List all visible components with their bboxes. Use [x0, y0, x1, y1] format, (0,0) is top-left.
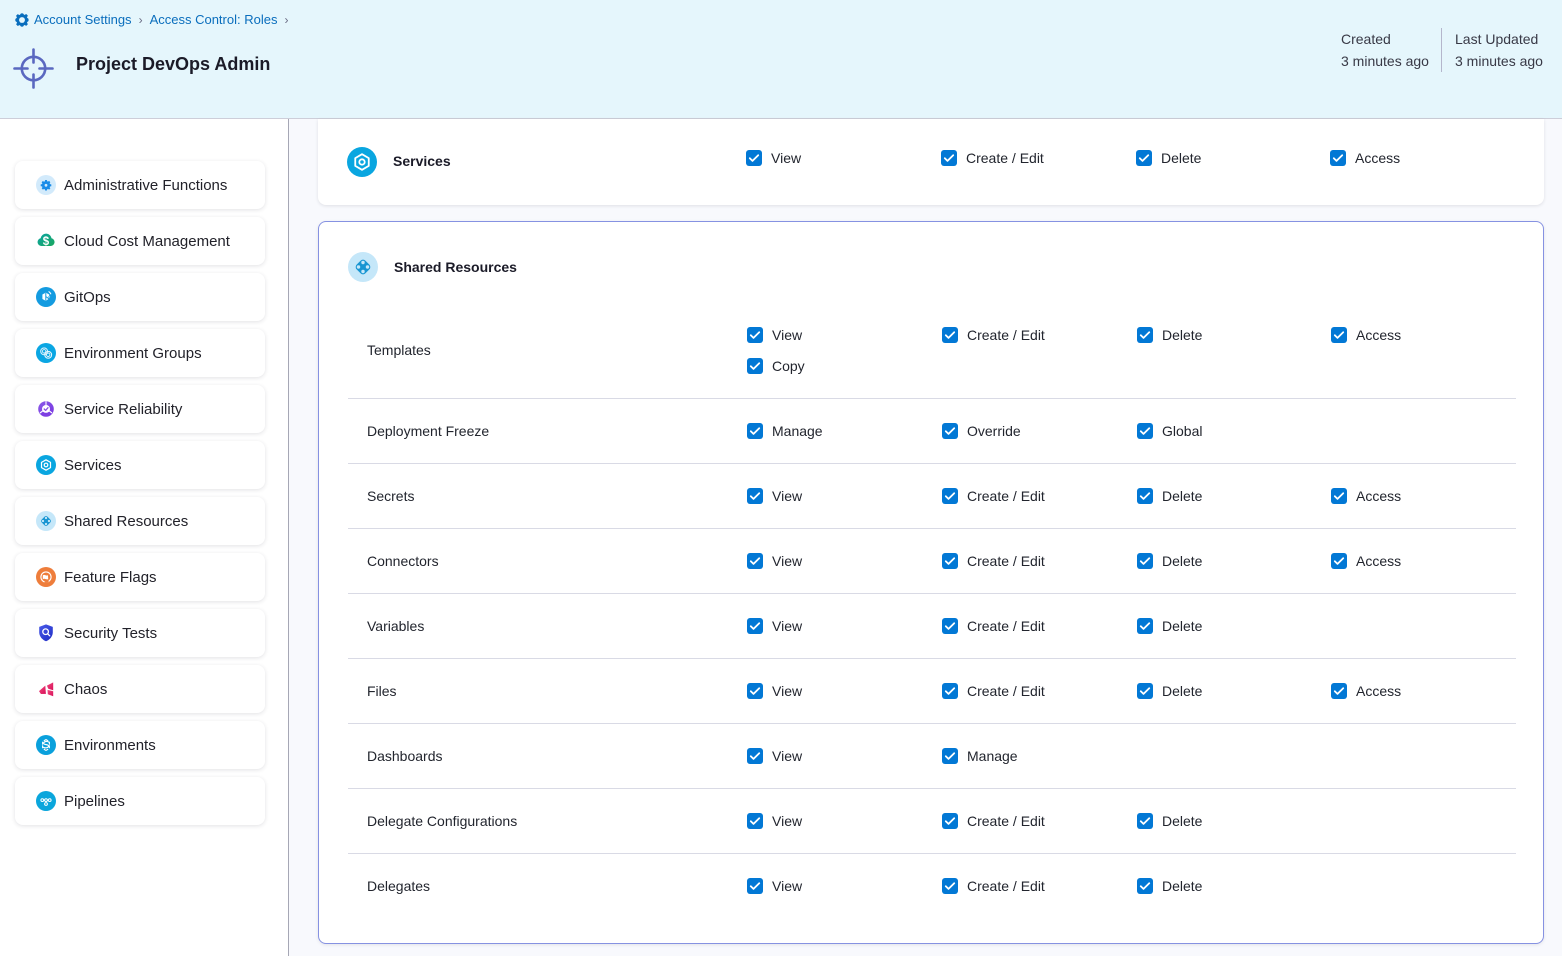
svg-text:$: $	[43, 236, 50, 248]
